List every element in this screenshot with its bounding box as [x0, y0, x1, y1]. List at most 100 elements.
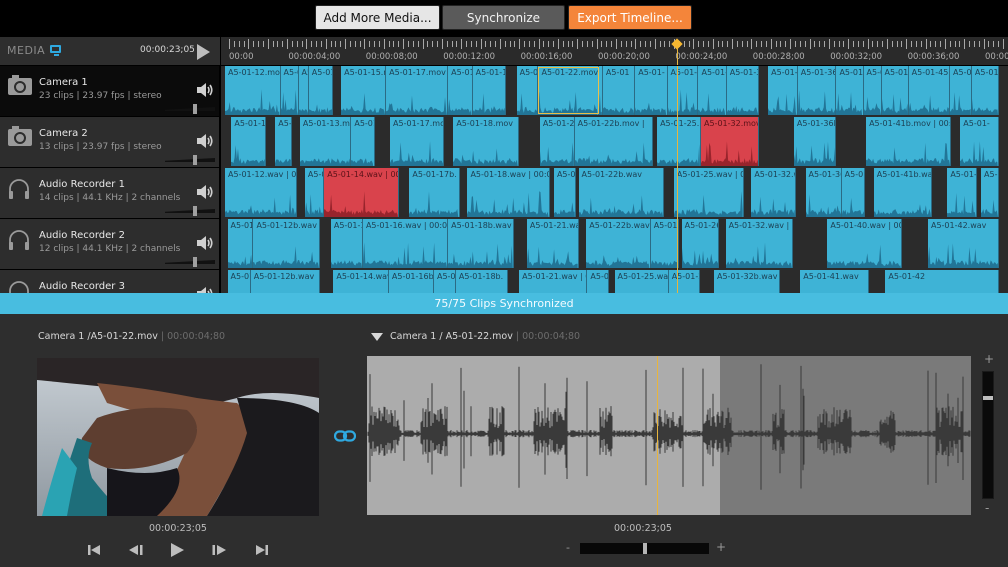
- timeline-clip[interactable]: A5-01-12.mov: [225, 66, 281, 115]
- timeline-clip[interactable]: A5-01-: [280, 66, 299, 115]
- timeline-clip[interactable]: A5-01-: [960, 117, 999, 166]
- timeline-clip[interactable]: A5-01-12b.wav: [250, 270, 321, 293]
- timeline-clip[interactable]: A5-01-: [227, 219, 254, 268]
- timeline-clip[interactable]: A5-01: [836, 66, 864, 115]
- timeline-clip[interactable]: A5-01-18.mov: [453, 117, 520, 166]
- timeline-clip[interactable]: A5-01-: [971, 66, 999, 115]
- timeline-clip[interactable]: A5-01-: [698, 66, 727, 115]
- timeline-clip[interactable]: A5-01: [841, 168, 865, 217]
- timeline-clip[interactable]: A5-01-21.wav |: [526, 219, 579, 268]
- timeline-clip[interactable]: A5-01-41b.wav: [873, 168, 932, 217]
- track-header[interactable]: Audio Recorder 3: [0, 270, 219, 293]
- timeline-clip[interactable]: A5-01-22b.wav: [578, 168, 664, 217]
- timeline-clip[interactable]: A5-01-1: [947, 168, 978, 217]
- timeline-clip[interactable]: A5-01-22.mov: [538, 66, 600, 115]
- timeline-clip[interactable]: A5-01-12b.wav |: [253, 219, 321, 268]
- speaker-icon[interactable]: [196, 235, 214, 251]
- add-more-media-button[interactable]: Add More Media...: [315, 5, 440, 30]
- timeline-clip[interactable]: A5-01-12.wav | 00: [225, 168, 298, 217]
- export-timeline-button[interactable]: Export Timeline...: [568, 5, 692, 30]
- timeline-clip[interactable]: A5-01: [602, 66, 636, 115]
- timeline-clip[interactable]: A5-01-2: [650, 219, 680, 268]
- timeline-clip[interactable]: A5-01-1: [667, 66, 699, 115]
- timeline-clip[interactable]: A5-01-16.wav | 00:00: [362, 219, 449, 268]
- skip-to-start-button[interactable]: [86, 542, 102, 558]
- link-icon[interactable]: [334, 430, 356, 442]
- timeline-clip[interactable]: A5-01-36b.mov: [793, 117, 837, 166]
- timeline-clip[interactable]: A5: [298, 66, 309, 115]
- track-volume-slider[interactable]: [165, 104, 215, 114]
- timeline-clip[interactable]: A5-01-22b.mov |: [574, 117, 654, 166]
- track-header[interactable]: Audio Recorder 1 14 clips | 44.1 KHz | 2 …: [0, 168, 219, 218]
- speaker-icon[interactable]: [196, 133, 214, 149]
- track-volume-slider[interactable]: [165, 206, 215, 216]
- waveform-playhead[interactable]: [656, 356, 658, 515]
- timeline-clip[interactable]: A5-01-36.mov: [797, 66, 837, 115]
- timeline-clip[interactable]: A5-01-1: [330, 219, 363, 268]
- timeline-clip[interactable]: A5-01-: [881, 66, 909, 115]
- timeline-clip[interactable]: A5-01-: [227, 270, 251, 293]
- timeline-clip[interactable]: A5-01-19: [472, 66, 507, 115]
- timeline-clip[interactable]: A5-01-32.mov: [701, 117, 760, 166]
- timeline-clip[interactable]: A5-01-40.wav | 00:0: [827, 219, 903, 268]
- timeline-clip[interactable]: A5-01-32.wav | 0: [725, 219, 793, 268]
- volume-knob[interactable]: [192, 257, 197, 267]
- timeline-clip[interactable]: A5-01-14.wav: [333, 270, 389, 293]
- timeline-clip[interactable]: A5-01-25.mov: [657, 117, 701, 166]
- timeline-playhead[interactable]: [677, 66, 679, 293]
- timeline-clip[interactable]: A5-01-: [635, 66, 668, 115]
- timeline-clip[interactable]: A5-01-20: [539, 117, 575, 166]
- timeline-clip[interactable]: A5-01-32.wav: [751, 168, 797, 217]
- play-button[interactable]: [169, 542, 185, 558]
- vertical-zoom-in-button[interactable]: +: [984, 352, 994, 366]
- timeline-clip[interactable]: A5-01-17b.: [409, 168, 460, 217]
- timeline-clip[interactable]: A5-01-18b.wav |: [448, 219, 514, 268]
- timeline-clip[interactable]: A5-01: [553, 168, 576, 217]
- timeline-clip[interactable]: A5-0: [863, 66, 882, 115]
- triangle-down-icon[interactable]: [371, 332, 383, 341]
- timeline-clip[interactable]: A5-01-18.wav | 00:00: [467, 168, 551, 217]
- timeline-clip[interactable]: A5-01-17.mov: [390, 117, 445, 166]
- timeline-clip[interactable]: A5-01-26.: [681, 219, 719, 268]
- timeline-clip[interactable]: A5-01-42: [885, 270, 999, 293]
- vertical-zoom-out-button[interactable]: -: [985, 501, 989, 515]
- timeline-clip[interactable]: A5-01: [351, 117, 375, 166]
- play-icon[interactable]: [197, 44, 210, 60]
- track-volume-slider[interactable]: [165, 155, 215, 165]
- timeline-clip[interactable]: A5-01-25.wav | 00: [673, 168, 744, 217]
- track-header[interactable]: Camera 1 23 clips | 23.97 fps | stereo: [0, 66, 219, 116]
- skip-to-end-button[interactable]: [254, 542, 270, 558]
- volume-knob[interactable]: [192, 206, 197, 216]
- volume-knob[interactable]: [192, 155, 197, 165]
- timeline-clip[interactable]: A5-01-18b.: [455, 270, 508, 293]
- timeline-clip[interactable]: A5-01-45.mov: [908, 66, 951, 115]
- speaker-icon[interactable]: [196, 184, 214, 200]
- synchronize-button[interactable]: Synchronize: [442, 5, 565, 30]
- timeline-clip[interactable]: A5-01-41b.mov | 00:00: [866, 117, 952, 166]
- speaker-icon[interactable]: [196, 82, 214, 98]
- timeline-clip[interactable]: A5-01-41.wav: [800, 270, 869, 293]
- timeline-clip[interactable]: A5-01-17.mov |: [386, 66, 449, 115]
- timeline-clip[interactable]: A5-01-21.wav | 00:00: [519, 270, 588, 293]
- timeline-clip[interactable]: A5-01: [587, 270, 610, 293]
- timeline-clip[interactable]: A5-01-42.wav: [927, 219, 999, 268]
- timeline-clip[interactable]: A5-01: [516, 66, 539, 115]
- timeline-clip[interactable]: A5-01: [308, 66, 334, 115]
- timeline-clip[interactable]: A5-0: [981, 168, 999, 217]
- timeline-clip[interactable]: A5-01-25.wav: [614, 270, 669, 293]
- track-volume-slider[interactable]: [165, 257, 215, 267]
- horizontal-zoom-slider[interactable]: [580, 543, 709, 554]
- speaker-icon[interactable]: [196, 286, 214, 293]
- timeline-clip[interactable]: A5-01-16b.wav: [388, 270, 434, 293]
- horizontal-zoom-knob[interactable]: [642, 543, 647, 554]
- timeline-clip[interactable]: A5-01-14.wav | 00:0: [324, 168, 400, 217]
- timeline-clip[interactable]: A5-01-13.mov: [299, 117, 352, 166]
- timeline-clip[interactable]: A5-0: [304, 168, 325, 217]
- timeline-clip[interactable]: A5-01-12.mov: [231, 117, 267, 166]
- horizontal-zoom-out-button[interactable]: -: [566, 541, 570, 554]
- volume-knob[interactable]: [192, 104, 197, 114]
- monitor-icon[interactable]: [50, 45, 61, 56]
- vertical-zoom-slider[interactable]: [982, 371, 994, 499]
- step-forward-button[interactable]: [211, 542, 227, 558]
- timeline-clip[interactable]: A5-0: [275, 117, 293, 166]
